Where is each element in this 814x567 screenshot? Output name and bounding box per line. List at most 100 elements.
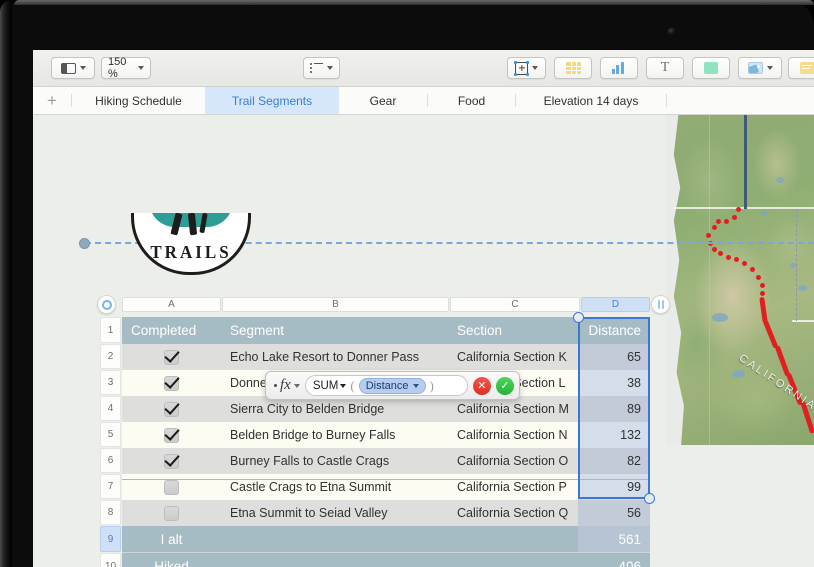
cell-completed[interactable] — [122, 396, 221, 422]
checkbox-checked[interactable] — [164, 453, 179, 469]
cell-distance[interactable]: 65 — [578, 344, 650, 370]
row-number-gutter: 1 2 3 4 5 6 7 8 9 10 12 — [100, 317, 121, 567]
tab-hiking-schedule[interactable]: Hiking Schedule — [72, 87, 205, 114]
checkbox-checked[interactable] — [164, 349, 179, 365]
checkbox-checked[interactable] — [164, 375, 179, 391]
checkbox-unchecked[interactable] — [164, 505, 179, 521]
cell-section[interactable]: California Section K — [448, 344, 578, 370]
table-row[interactable]: Etna Summit to Seiad Valley California S… — [122, 500, 650, 526]
row-number[interactable]: 6 — [100, 448, 121, 473]
cell-segment[interactable]: Etna Summit to Seiad Valley — [221, 500, 448, 526]
circle-icon — [101, 299, 112, 310]
chevron-down-icon — [327, 66, 333, 70]
row-insert-indicator — [122, 479, 650, 480]
chart-icon — [611, 62, 627, 74]
footer-label-total[interactable]: I alt — [122, 526, 221, 552]
cell-completed[interactable] — [122, 500, 221, 526]
checkbox-checked[interactable] — [164, 401, 179, 417]
checkbox-checked[interactable] — [164, 427, 179, 443]
cell-segment[interactable]: Castle Crags to Etna Summit — [221, 474, 448, 500]
row-number[interactable]: 8 — [100, 500, 121, 525]
webcam-icon — [668, 28, 675, 35]
list-style-button[interactable] — [303, 57, 340, 79]
row-number[interactable]: 10 — [100, 553, 121, 567]
add-column-handle[interactable] — [651, 295, 670, 314]
row-number[interactable]: 2 — [100, 344, 121, 369]
insert-shape-button[interactable] — [692, 57, 730, 79]
header-cell-distance[interactable]: Distance — [578, 317, 650, 344]
tab-gear[interactable]: Gear — [339, 87, 427, 114]
table-select-handle[interactable] — [97, 295, 116, 314]
cell-completed[interactable] — [122, 370, 221, 396]
california-trail-map-image[interactable]: CALIFORNIA — [666, 115, 814, 445]
formula-function-token[interactable]: SUM — [310, 380, 347, 392]
footer-value-total[interactable]: 561 — [578, 526, 650, 552]
alignment-guide-handle[interactable] — [79, 238, 90, 249]
table-row[interactable]: Echo Lake Resort to Donner Pass Californ… — [122, 344, 650, 370]
cell-completed[interactable] — [122, 474, 221, 500]
table-row[interactable]: Belden Bridge to Burney Falls California… — [122, 422, 650, 448]
cell-segment[interactable]: Burney Falls to Castle Crags — [221, 448, 448, 474]
cell-completed[interactable] — [122, 344, 221, 370]
checkbox-unchecked[interactable] — [164, 479, 179, 495]
table-footer-row-total[interactable]: I alt 561 — [122, 526, 650, 553]
table-row[interactable]: Burney Falls to Castle Crags California … — [122, 448, 650, 474]
table-footer-row-hiked[interactable]: Hiked 406 — [122, 553, 650, 567]
sidebar-icon — [60, 62, 76, 74]
cell-distance[interactable]: 38 — [578, 370, 650, 396]
insert-comment-button[interactable] — [788, 57, 814, 79]
row-number-selected[interactable]: 9 — [100, 526, 121, 552]
add-sheet-button[interactable]: + — [33, 87, 71, 114]
cell-section[interactable]: California Section N — [448, 422, 578, 448]
cell-segment[interactable]: Echo Lake Resort to Donner Pass — [221, 344, 448, 370]
formula-cancel-button[interactable]: ✕ — [472, 376, 491, 395]
row-number[interactable]: 1 — [100, 317, 121, 343]
formula-input[interactable]: SUM ( Distance ) — [304, 375, 468, 396]
column-header-d[interactable]: D — [581, 297, 650, 312]
table-header-row: Completed Segment Section Distance — [122, 317, 650, 344]
insert-media-button[interactable] — [738, 57, 782, 79]
cell-completed[interactable] — [122, 422, 221, 448]
table-row[interactable]: Castle Crags to Etna Summit California S… — [122, 474, 650, 500]
cell-completed[interactable] — [122, 448, 221, 474]
formula-reference-token-distance[interactable]: Distance — [358, 377, 426, 394]
trails-badge-logo[interactable]: TRAILS — [131, 213, 251, 275]
insert-table-button[interactable] — [554, 57, 592, 79]
tab-food[interactable]: Food — [428, 87, 515, 114]
formula-accept-button[interactable]: ✓ — [495, 376, 514, 395]
footer-value-hiked[interactable]: 406 — [578, 553, 650, 567]
cell-distance[interactable]: 132 — [578, 422, 650, 448]
row-number[interactable]: 4 — [100, 396, 121, 421]
view-button[interactable] — [51, 57, 95, 79]
column-header-c[interactable]: C — [450, 297, 580, 312]
insert-chart-button[interactable] — [600, 57, 638, 79]
footer-label-hiked[interactable]: Hiked — [122, 553, 221, 567]
tab-trail-segments[interactable]: Trail Segments — [205, 87, 339, 114]
cell-section[interactable]: California Section Q — [448, 500, 578, 526]
insert-object-button[interactable] — [507, 57, 546, 79]
zoom-value: 150 % — [108, 56, 127, 80]
header-cell-section[interactable]: Section — [448, 317, 578, 344]
text-icon: T — [660, 60, 670, 75]
zoom-button[interactable]: 150 % — [101, 56, 151, 80]
cell-distance[interactable]: 99 — [578, 474, 650, 500]
column-header-a[interactable]: A — [122, 297, 221, 312]
row-number[interactable]: 7 — [100, 474, 121, 499]
row-number[interactable]: 3 — [100, 370, 121, 395]
function-browser-button[interactable]: fx — [271, 377, 300, 394]
cell-section[interactable]: California Section O — [448, 448, 578, 474]
cell-distance[interactable]: 56 — [578, 500, 650, 526]
formula-editor[interactable]: fx SUM ( Distance ) ✕ ✓ — [265, 371, 520, 400]
tab-elevation-14-days[interactable]: Elevation 14 days — [516, 87, 666, 114]
column-header-b[interactable]: B — [222, 297, 449, 312]
cell-section[interactable]: California Section P — [448, 474, 578, 500]
header-cell-segment[interactable]: Segment — [221, 317, 448, 344]
chevron-down-icon — [766, 66, 773, 70]
cell-distance[interactable]: 89 — [578, 396, 650, 422]
insert-text-button[interactable]: T — [646, 57, 684, 79]
cell-segment[interactable]: Belden Bridge to Burney Falls — [221, 422, 448, 448]
sheet-tab-bar: + Hiking Schedule Trail Segments Gear Fo… — [33, 87, 814, 115]
row-number[interactable]: 5 — [100, 422, 121, 447]
header-cell-completed[interactable]: Completed — [122, 317, 221, 344]
cell-distance[interactable]: 82 — [578, 448, 650, 474]
